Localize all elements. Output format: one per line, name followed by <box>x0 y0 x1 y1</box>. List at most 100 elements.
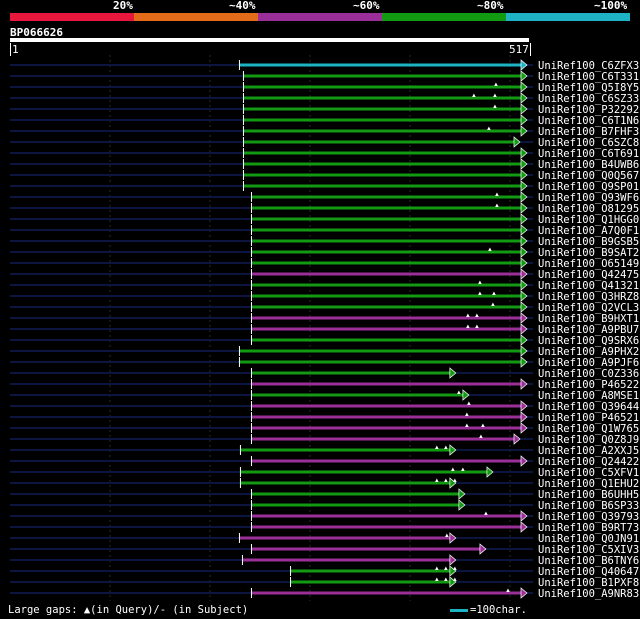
hit-arrowhead <box>479 543 487 555</box>
hit-arrowhead <box>520 92 528 104</box>
legend-segment-80 <box>382 13 506 21</box>
query-gap-marker <box>488 247 492 251</box>
hit-arrowhead <box>520 180 528 192</box>
query-gap-marker <box>478 280 482 284</box>
hit-arrowhead <box>520 191 528 203</box>
query-gap-marker <box>457 390 461 394</box>
hit-arrowhead <box>520 301 528 313</box>
query-gap-marker <box>444 445 448 449</box>
hit-arrowhead <box>520 59 528 71</box>
hit-arrowhead <box>520 411 528 423</box>
query-gap-marker <box>444 566 448 570</box>
query-gap-marker <box>506 588 510 592</box>
hit-arrowhead <box>449 444 457 456</box>
query-gap-marker <box>492 291 496 295</box>
hit-arrowhead <box>462 389 470 401</box>
scale-legend: =100char. <box>450 604 527 616</box>
hit-arrowhead <box>520 323 528 335</box>
hit-arrowhead <box>520 455 528 467</box>
query-gap-marker <box>444 577 448 581</box>
query-gap-marker <box>494 82 498 86</box>
scale-swatch <box>450 608 468 612</box>
query-gap-marker <box>435 577 439 581</box>
query-gap-marker <box>435 445 439 449</box>
legend-segment-100 <box>506 13 630 21</box>
identity-color-legend <box>10 13 630 21</box>
hit-arrowhead <box>520 125 528 137</box>
query-gap-marker <box>484 511 488 515</box>
hit-arrowhead <box>520 521 528 533</box>
hit-arrowhead <box>520 378 528 390</box>
hit-arrowhead <box>449 554 457 566</box>
hit-arrowhead <box>520 213 528 225</box>
hit-arrowhead <box>458 488 466 500</box>
legend-segment-40 <box>134 13 258 21</box>
query-gap-marker <box>444 478 448 482</box>
hit-arrowhead <box>513 136 521 148</box>
hit-label: UniRef100_A9NR83 <box>538 588 639 600</box>
legend-label-100: ~100% <box>594 0 628 12</box>
query-gap-marker <box>465 412 469 416</box>
query-gap-marker <box>435 566 439 570</box>
hit-arrowhead <box>520 81 528 93</box>
hit-arrowhead <box>486 466 494 478</box>
query-gap-marker <box>495 203 499 207</box>
query-gap-marker <box>478 291 482 295</box>
hit-arrowhead <box>520 290 528 302</box>
hit-arrowhead <box>520 70 528 82</box>
hit-arrowhead <box>449 367 457 379</box>
hit-arrowhead <box>520 169 528 181</box>
legend-segment-20 <box>10 13 134 21</box>
query-gap-marker <box>435 478 439 482</box>
query-gap-marker <box>461 467 465 471</box>
hit-arrowhead <box>520 312 528 324</box>
query-gap-marker <box>453 478 457 482</box>
query-gap-marker <box>493 93 497 97</box>
hit-arrowhead <box>520 334 528 346</box>
hit-arrowhead <box>520 246 528 258</box>
hit-arrowhead <box>520 510 528 522</box>
query-gap-marker <box>453 577 457 581</box>
hit-arrowhead <box>520 422 528 434</box>
hit-arrowhead <box>520 103 528 115</box>
query-gap-marker <box>472 93 476 97</box>
hit-arrowhead <box>520 279 528 291</box>
hit-arrowhead <box>520 147 528 159</box>
hit-arrowhead <box>520 268 528 280</box>
query-gap-marker <box>465 423 469 427</box>
hit-arrowhead <box>520 114 528 126</box>
hit-arrowhead <box>520 587 528 599</box>
hit-arrowhead <box>520 400 528 412</box>
hit-arrowhead <box>520 356 528 368</box>
legend-label-20: 20% <box>113 0 133 12</box>
hit-arrowhead <box>520 158 528 170</box>
hit-arrowhead <box>520 202 528 214</box>
hit-arrowhead <box>520 235 528 247</box>
alignment-chart: UniRef100_C6ZFX3UniRef100_C6T331UniRef10… <box>10 55 639 601</box>
gap-legend: Large gaps: ▲(in Query)/- (in Subject) <box>8 604 249 616</box>
hit-arrowhead <box>520 224 528 236</box>
query-ruler <box>10 38 529 42</box>
legend-label-60: ~60% <box>353 0 380 12</box>
legend-label-80: ~80% <box>477 0 504 12</box>
query-gap-marker <box>479 434 483 438</box>
hit-arrowhead <box>520 345 528 357</box>
query-gap-marker <box>466 313 470 317</box>
query-gap-marker <box>453 566 457 570</box>
query-gap-marker <box>475 313 479 317</box>
query-gap-marker <box>481 423 485 427</box>
query-gap-marker <box>451 467 455 471</box>
hit-arrowhead <box>449 532 457 544</box>
query-gap-marker <box>487 126 491 130</box>
query-gap-marker <box>495 192 499 196</box>
query-gap-marker <box>467 401 471 405</box>
hit-arrowhead <box>520 257 528 269</box>
query-gap-marker <box>466 324 470 328</box>
query-gap-marker <box>491 302 495 306</box>
scale-legend-text: =100char. <box>470 604 527 616</box>
legend-label-40: ~40% <box>229 0 256 12</box>
query-gap-marker <box>493 104 497 108</box>
query-gap-marker <box>445 533 449 537</box>
query-gap-marker <box>475 324 479 328</box>
hit-arrowhead <box>513 433 521 445</box>
